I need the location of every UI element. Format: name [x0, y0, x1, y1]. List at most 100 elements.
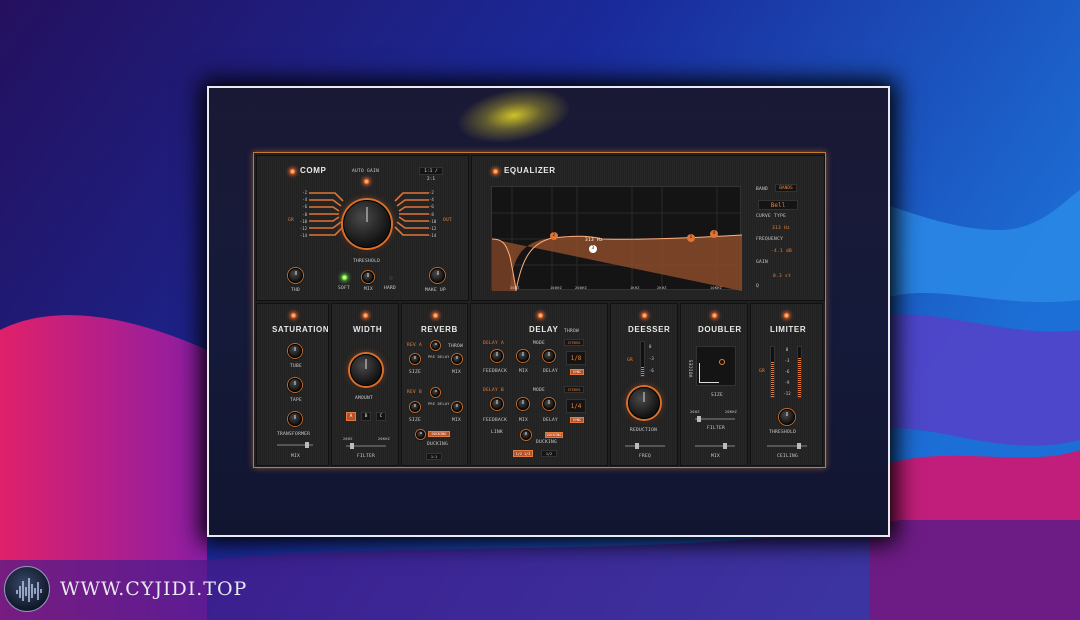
- freq-tick: 30HZ: [510, 286, 520, 290]
- limiter-meter-left: [770, 346, 775, 398]
- limiter-ceiling-label: CEILING: [777, 454, 799, 459]
- delay-led[interactable]: [537, 312, 544, 319]
- scale-tick: -4: [302, 197, 307, 203]
- reverb-ducking-knob[interactable]: [416, 430, 425, 439]
- delay-a-sync-tag[interactable]: SYNC: [570, 369, 584, 375]
- soft-label: SOFT: [338, 286, 351, 291]
- delay-throw-label: THROW: [564, 329, 580, 334]
- delay-ducking-knob[interactable]: [521, 430, 531, 440]
- doubler-title: DOUBLER: [698, 325, 742, 334]
- curve-type-value[interactable]: 313 Hz: [772, 226, 790, 231]
- tube-knob[interactable]: [288, 344, 302, 358]
- width-led[interactable]: [362, 312, 369, 319]
- doubler-filter-slider[interactable]: [695, 416, 735, 422]
- delay-a-stereo-tag[interactable]: STEREO: [564, 339, 584, 346]
- width-mode-a[interactable]: A: [346, 412, 356, 421]
- rev-b-mix-label: MIX: [452, 418, 462, 423]
- soft-led[interactable]: [341, 274, 348, 281]
- comp-scale-right: -2 -4 -6 -8 -10 -12 -14: [429, 189, 441, 239]
- reverb-ducking-tag[interactable]: DUCKING: [428, 431, 450, 437]
- eq-band-1-point[interactable]: 2: [550, 232, 558, 240]
- delay-a-value[interactable]: 1/8: [566, 351, 586, 365]
- eq-power-led[interactable]: [492, 168, 499, 175]
- doubler-mix-slider[interactable]: [695, 443, 735, 449]
- delay-a-feedback-knob[interactable]: [491, 350, 503, 362]
- doubler-led[interactable]: [711, 312, 718, 319]
- rev-a-mix-knob[interactable]: [452, 354, 462, 364]
- saturation-led[interactable]: [290, 312, 297, 319]
- tape-label: TAPE: [290, 398, 303, 403]
- delay-b-stereo-tag[interactable]: STEREO: [564, 386, 584, 393]
- transformer-knob[interactable]: [288, 412, 302, 426]
- delay-a-delay-label: DELAY: [543, 369, 559, 374]
- eq-band-2-point[interactable]: 3: [589, 245, 597, 253]
- width-mode-b[interactable]: B: [361, 412, 371, 421]
- eq-band-3-point[interactable]: 4: [710, 230, 718, 238]
- scale-tick: -12: [783, 391, 791, 396]
- scale-tick: -6: [649, 368, 654, 373]
- gain-label: GAIN: [756, 260, 769, 265]
- frequency-value[interactable]: -4.1 dB: [771, 249, 792, 254]
- make-up-knob[interactable]: [430, 268, 445, 283]
- delay-b-feedback-knob[interactable]: [491, 398, 503, 410]
- reverb-ducking-label: DUCKING: [427, 442, 449, 447]
- threshold-knob[interactable]: [343, 200, 391, 248]
- thd-knob[interactable]: [288, 268, 303, 283]
- width-filter-hi: 20KHZ: [378, 437, 391, 441]
- delay-b-value[interactable]: 1/4: [566, 399, 586, 413]
- delay-bottom-b-tag[interactable]: 1/2: [541, 450, 557, 457]
- width-mode-c[interactable]: C: [376, 412, 386, 421]
- rev-a-size-knob[interactable]: [410, 354, 420, 364]
- limiter-title: LIMITER: [770, 325, 807, 334]
- band-type-select[interactable]: Bell: [758, 200, 798, 210]
- tape-knob[interactable]: [288, 378, 302, 392]
- delay-bottom-a-tag[interactable]: 1/2 1/3: [513, 450, 533, 457]
- delay-ducking-tag[interactable]: DUCKING: [545, 432, 563, 438]
- rev-b-mix-knob[interactable]: [452, 402, 462, 412]
- delay-b-sync-tag[interactable]: SYNC: [570, 417, 584, 423]
- scale-tick: -3: [649, 356, 654, 361]
- rev-b-top-knob[interactable]: [431, 388, 440, 397]
- limiter-threshold-knob[interactable]: [779, 409, 795, 425]
- rev-a-label: REV A: [407, 343, 423, 348]
- width-filter-slider[interactable]: [346, 443, 386, 449]
- deesser-freq-slider[interactable]: [625, 443, 665, 449]
- comp-power-led[interactable]: [289, 168, 296, 175]
- delay-a-delay-knob[interactable]: [543, 350, 555, 362]
- limiter-led[interactable]: [783, 312, 790, 319]
- eq-curve: [492, 187, 742, 291]
- auto-gain-led[interactable]: [363, 178, 370, 185]
- reduction-knob[interactable]: [628, 387, 660, 419]
- reverb-small-tag[interactable]: 1:1: [426, 453, 442, 460]
- ratio-tag[interactable]: 1:1 / 2:1: [419, 167, 443, 182]
- reverb-led[interactable]: [432, 312, 439, 319]
- gain-value[interactable]: 0.3 st: [773, 274, 791, 279]
- doubler-xy-point[interactable]: [719, 359, 725, 365]
- eq-graph[interactable]: 2 3 313 Hz 1 4 30HZ 100HZ 200HZ 1KHZ 2KH…: [491, 186, 742, 291]
- deesser-gr-label: GR: [627, 358, 634, 363]
- doubler-panel: DOUBLER VOICES SIZE 20HZ 20KHZ FILTER MI…: [680, 303, 748, 466]
- limiter-scale: 0 -3 -6 -9 -12: [780, 344, 794, 399]
- scale-tick: 0: [649, 344, 652, 349]
- delay-title: DELAY: [529, 325, 559, 334]
- saturation-mix-slider[interactable]: [277, 442, 313, 448]
- doubler-xy-axis: [699, 363, 700, 383]
- width-filter-label: FILTER: [357, 454, 376, 459]
- frequency-label: FREQUENCY: [756, 237, 784, 242]
- eq-band-0-point[interactable]: 1: [687, 234, 695, 242]
- doubler-filter-lo: 20HZ: [690, 410, 700, 414]
- mix-knob[interactable]: [362, 271, 374, 283]
- amount-knob[interactable]: [350, 354, 382, 386]
- reverb-throw-label: THROW: [448, 344, 464, 349]
- rev-b-size-knob[interactable]: [410, 402, 420, 412]
- delay-b-delay-knob[interactable]: [543, 398, 555, 410]
- deesser-led[interactable]: [641, 312, 648, 319]
- band-select[interactable]: BANDS: [775, 184, 797, 192]
- hard-led[interactable]: [389, 276, 393, 280]
- delay-b-mix-knob[interactable]: [517, 398, 529, 410]
- delay-a-mix-knob[interactable]: [517, 350, 529, 362]
- doubler-xy-pad[interactable]: [696, 346, 736, 386]
- limiter-ceiling-slider[interactable]: [767, 443, 807, 449]
- doubler-filter-label: FILTER: [707, 426, 726, 431]
- rev-a-top-knob[interactable]: [431, 341, 440, 350]
